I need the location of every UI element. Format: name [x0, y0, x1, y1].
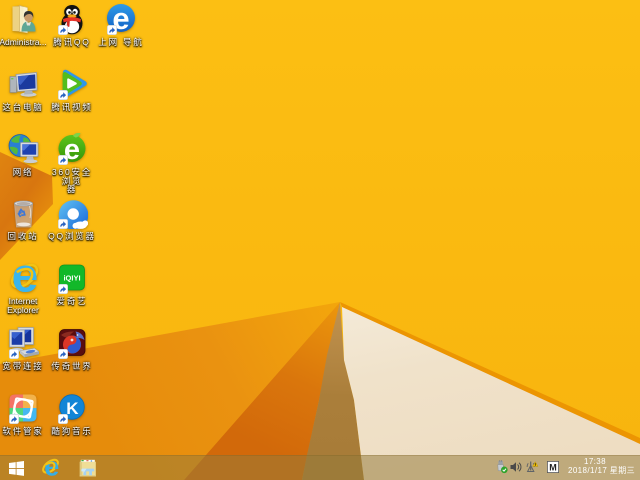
svg-text:e: e — [44, 458, 59, 478]
svg-text:iQIYI: iQIYI — [63, 274, 80, 283]
svg-text:M: M — [549, 462, 557, 472]
svg-text:e: e — [12, 262, 39, 294]
svg-text:K: K — [66, 399, 79, 418]
